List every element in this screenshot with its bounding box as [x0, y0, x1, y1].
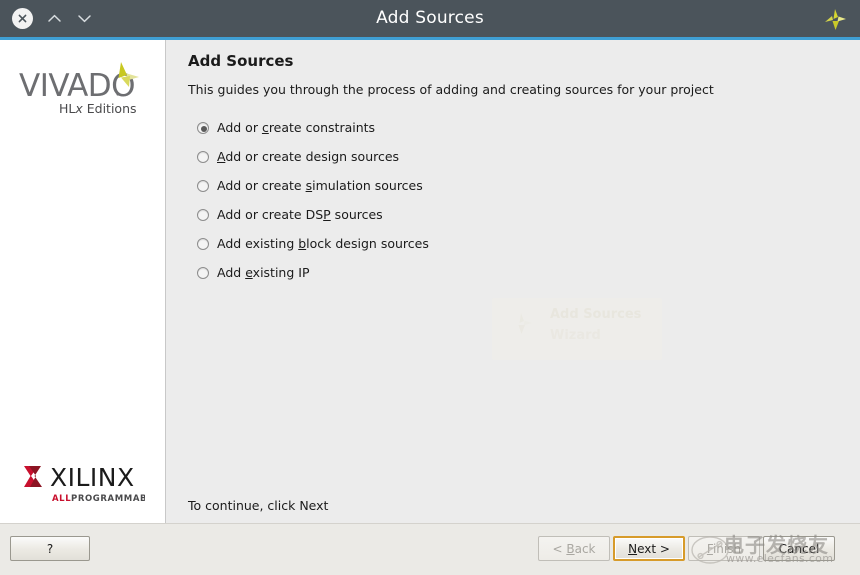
radio-option-label: Add or create design sources	[217, 149, 399, 164]
radio-option-2[interactable]: Add or create simulation sources	[197, 175, 860, 196]
window-titlebar: Add Sources	[0, 0, 860, 37]
radio-option-label: Add or create DSP sources	[217, 207, 383, 222]
xilinx-pinwheel-icon	[822, 8, 848, 32]
dialog-content: Add Sources This guides you through the …	[166, 40, 860, 523]
label-prefix: Add or create	[217, 178, 306, 193]
radio-indicator[interactable]	[197, 150, 209, 163]
finish-button-label: Finish	[706, 541, 742, 556]
ghost-banner-line2: Wizard	[550, 328, 601, 343]
branding-sidepanel: VIVADO HLx Editions XILINX ALL PROGRAMMA…	[0, 40, 166, 523]
ghost-pinwheel-icon	[508, 312, 534, 336]
back-button[interactable]: < Back	[538, 536, 610, 561]
window-title: Add Sources	[376, 8, 484, 28]
chevron-down-icon[interactable]	[75, 10, 93, 28]
source-type-radio-group[interactable]: Add or create constraints Add or create d…	[197, 117, 860, 283]
radio-option-3[interactable]: Add or create DSP sources	[197, 204, 860, 225]
finish-button[interactable]: Finish	[688, 536, 760, 561]
label-suffix: lock design sources	[306, 236, 429, 251]
radio-option-label: Add existing block design sources	[217, 236, 429, 251]
radio-option-label: Add existing IP	[217, 265, 309, 280]
ghost-banner-line1: Add Sources	[550, 307, 642, 322]
vivado-logo: VIVADO HLx Editions	[17, 58, 149, 120]
label-suffix: dd or create design sources	[225, 149, 400, 164]
dialog-button-bar: ? < Back Next > Finish Cancel	[0, 523, 860, 575]
radio-indicator[interactable]	[197, 121, 209, 134]
xilinx-logo: XILINX ALL PROGRAMMABLE.	[20, 460, 163, 508]
radio-indicator[interactable]	[197, 179, 209, 192]
svg-text:PROGRAMMABLE.: PROGRAMMABLE.	[71, 494, 145, 504]
page-description: This guides you through the process of a…	[188, 82, 714, 97]
radio-indicator[interactable]	[197, 237, 209, 250]
back-button-label: < Back	[552, 541, 596, 556]
svg-text:XILINX: XILINX	[50, 463, 135, 492]
next-button[interactable]: Next >	[613, 536, 685, 561]
help-button[interactable]: ?	[10, 536, 90, 561]
window-controls	[12, 0, 93, 37]
continue-hint: To continue, click Next	[188, 498, 329, 513]
radio-option-5[interactable]: Add existing IP	[197, 262, 860, 283]
radio-option-0[interactable]: Add or create constraints	[197, 117, 860, 138]
ghost-banner-artifact: Add Sources Wizard	[492, 298, 662, 360]
label-prefix: Add existing	[217, 236, 299, 251]
radio-indicator[interactable]	[197, 208, 209, 221]
label-suffix: reate constraints	[268, 120, 376, 135]
chevron-up-icon[interactable]	[45, 10, 63, 28]
radio-option-label: Add or create simulation sources	[217, 178, 423, 193]
label-prefix: Add or create DS	[217, 207, 324, 222]
label-prefix: Add	[217, 265, 246, 280]
radio-option-1[interactable]: Add or create design sources	[197, 146, 860, 167]
label-suffix: imulation sources	[312, 178, 423, 193]
svg-text:HLx Editions: HLx Editions	[59, 101, 137, 116]
radio-option-4[interactable]: Add existing block design sources	[197, 233, 860, 254]
next-button-label: Next >	[628, 541, 670, 556]
label-prefix: Add or	[217, 120, 262, 135]
radio-option-label: Add or create constraints	[217, 120, 375, 135]
close-icon[interactable]	[12, 8, 33, 29]
label-suffix: xisting IP	[252, 265, 310, 280]
label-mnemonic: c	[261, 120, 269, 135]
dialog-body: VIVADO HLx Editions XILINX ALL PROGRAMMA…	[0, 40, 860, 523]
svg-text:ALL: ALL	[52, 494, 71, 504]
cancel-button[interactable]: Cancel	[763, 536, 835, 561]
label-suffix: sources	[330, 207, 383, 222]
add-sources-dialog: Add Sources VIVADO HLx Editions XILINX A…	[0, 0, 860, 575]
radio-indicator[interactable]	[197, 266, 209, 279]
label-mnemonic: P	[323, 207, 331, 222]
label-mnemonic: e	[245, 265, 253, 280]
svg-text:VIVADO: VIVADO	[19, 68, 135, 104]
label-mnemonic: b	[298, 236, 307, 251]
page-title: Add Sources	[188, 52, 294, 70]
